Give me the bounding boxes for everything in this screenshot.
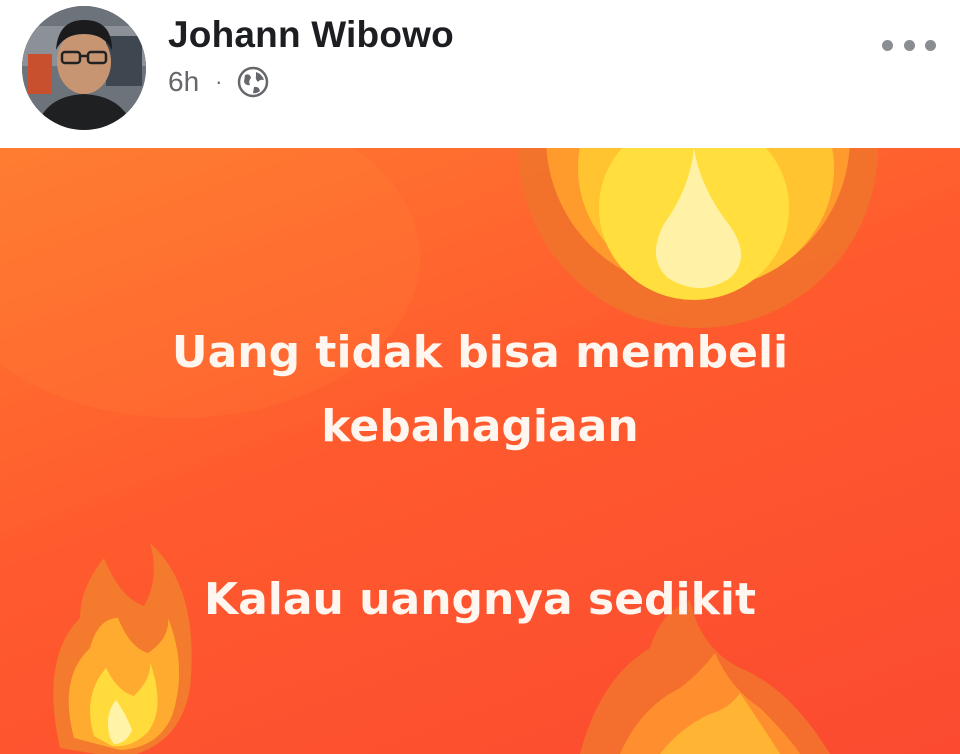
more-dot [925, 39, 936, 51]
more-dot [882, 39, 893, 51]
more-dot [903, 39, 915, 51]
fire-icon [518, 148, 878, 328]
status-background-card: Uang tidak bisa membeli kebahagiaan Kala… [0, 148, 960, 754]
author-name[interactable]: Johann Wibowo [168, 14, 454, 56]
post-timestamp[interactable]: 6h [168, 66, 199, 98]
post-header: Johann Wibowo 6h · [0, 0, 960, 148]
more-options-icon[interactable] [882, 32, 936, 58]
status-text-line-2: kebahagiaan [321, 401, 639, 452]
status-text-line-1: Uang tidak bisa membeli [171, 327, 789, 378]
author-avatar[interactable] [22, 6, 146, 130]
facebook-post: Johann Wibowo 6h · Uang tidak bisa membe… [0, 0, 960, 754]
status-text-line-3: Kalau uangnya sedikit [203, 574, 757, 625]
globe-icon[interactable] [236, 65, 270, 99]
post-meta: 6h · [168, 64, 270, 100]
meta-separator: · [215, 69, 223, 94]
avatar-photo [22, 6, 146, 130]
